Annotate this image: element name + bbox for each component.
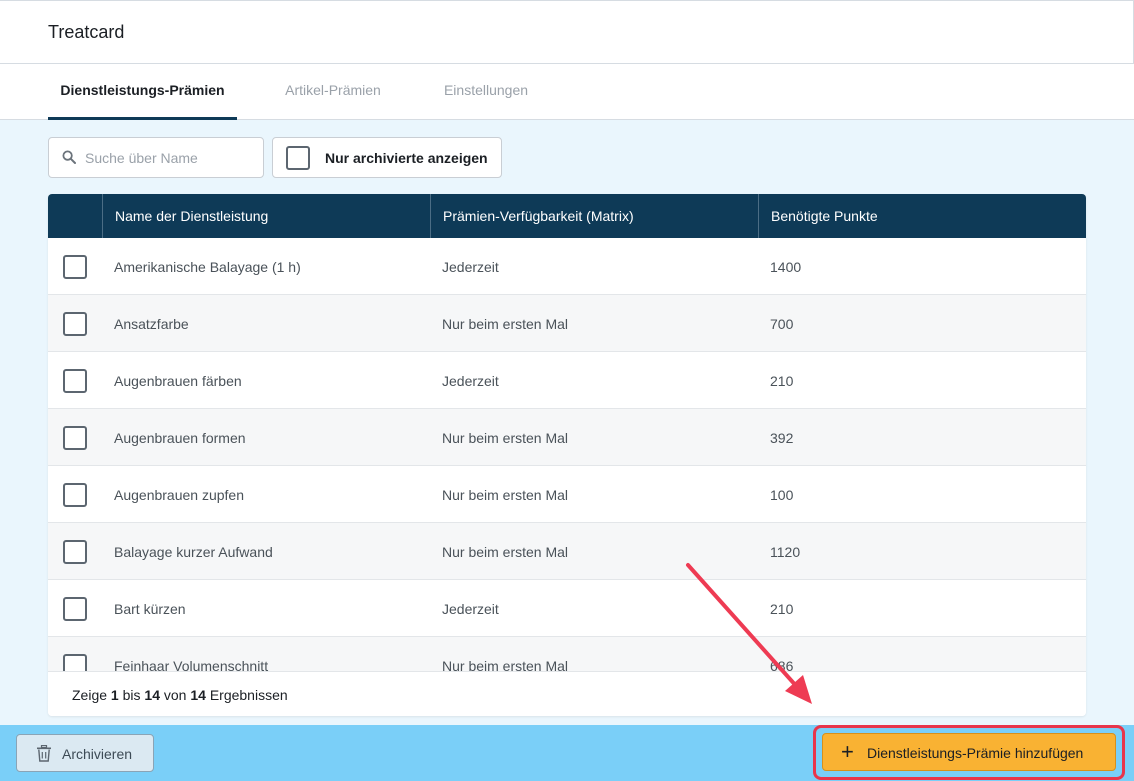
table-header: Name der Dienstleistung Prämien-Verfügba… <box>48 194 1086 238</box>
tab-service-rewards[interactable]: Dienstleistungs-Prämien <box>48 64 237 120</box>
select-column-header <box>48 194 103 238</box>
availability: Nur beim ersten Mal <box>442 658 569 671</box>
table-row[interactable]: Augenbrauen färben Jederzeit 210 <box>48 352 1086 409</box>
required-points: 1120 <box>770 544 801 560</box>
required-points: 686 <box>770 658 794 671</box>
pagination-total: 14 <box>190 687 206 703</box>
search-input[interactable] <box>85 138 257 177</box>
row-checkbox[interactable] <box>63 483 87 507</box>
availability: Nur beim ersten Mal <box>442 487 569 503</box>
column-header-points[interactable]: Benötigte Punkte <box>758 194 1086 238</box>
service-name: Augenbrauen färben <box>114 373 242 389</box>
availability: Nur beim ersten Mal <box>442 544 569 560</box>
required-points: 100 <box>770 487 794 503</box>
row-checkbox[interactable] <box>63 369 87 393</box>
service-name: Feinhaar Volumenschnitt <box>114 658 269 671</box>
required-points: 700 <box>770 316 794 332</box>
table-row[interactable]: Amerikanische Balayage (1 h) Jederzeit 1… <box>48 238 1086 295</box>
tab-article-rewards[interactable]: Artikel-Prämien <box>270 64 396 120</box>
table-row[interactable]: Augenbrauen formen Nur beim ersten Mal 3… <box>48 409 1086 466</box>
pagination-of-word: von <box>163 687 187 703</box>
availability: Jederzeit <box>442 373 499 389</box>
row-checkbox[interactable] <box>63 312 87 336</box>
service-name: Augenbrauen formen <box>114 430 246 446</box>
service-name: Ansatzfarbe <box>114 316 189 332</box>
add-service-reward-button[interactable]: + Dienstleistungs-Prämie hinzufügen <box>822 733 1116 771</box>
table-row[interactable]: Feinhaar Volumenschnitt Nur beim ersten … <box>48 637 1086 671</box>
column-header-availability[interactable]: Prämien-Verfügbarkeit (Matrix) <box>430 194 758 238</box>
pagination-to: 14 <box>144 687 160 703</box>
availability: Nur beim ersten Mal <box>442 430 569 446</box>
pagination-prefix: Zeige <box>72 687 108 703</box>
pagination-suffix: Ergebnissen <box>209 687 288 703</box>
add-service-reward-label: Dienstleistungs-Prämie hinzufügen <box>867 745 1084 761</box>
service-name: Bart kürzen <box>114 601 186 617</box>
app-header: Treatcard <box>0 0 1134 64</box>
row-checkbox[interactable] <box>63 426 87 450</box>
pagination-summary: Zeige 1 bis 14 von 14 Ergebnissen <box>72 687 288 703</box>
required-points: 210 <box>770 601 794 617</box>
service-name: Augenbrauen zupfen <box>114 487 244 503</box>
archived-only-toggle[interactable]: Nur archivierte anzeigen <box>272 137 502 178</box>
availability: Jederzeit <box>442 259 499 275</box>
row-checkbox[interactable] <box>63 654 87 671</box>
required-points: 392 <box>770 430 794 446</box>
action-bar: Archivieren + Dienstleistungs-Prämie hin… <box>0 725 1134 781</box>
trash-icon <box>37 745 51 762</box>
pagination-from: 1 <box>110 687 119 703</box>
rewards-table: Name der Dienstleistung Prämien-Verfügba… <box>48 194 1086 716</box>
main-content: Nur archivierte anzeigen Name der Dienst… <box>0 120 1134 725</box>
column-header-name[interactable]: Name der Dienstleistung <box>102 194 430 238</box>
table-row[interactable]: Bart kürzen Jederzeit 210 <box>48 580 1086 637</box>
archived-only-label: Nur archivierte anzeigen <box>325 150 488 166</box>
service-name: Amerikanische Balayage (1 h) <box>114 259 301 275</box>
availability: Jederzeit <box>442 601 499 617</box>
app-title: Treatcard <box>48 22 125 42</box>
required-points: 210 <box>770 373 794 389</box>
required-points: 1400 <box>770 259 802 275</box>
row-checkbox[interactable] <box>63 597 87 621</box>
search-icon <box>62 150 76 164</box>
table-row[interactable]: Balayage kurzer Aufwand Nur beim ersten … <box>48 523 1086 580</box>
table-footer: Zeige 1 bis 14 von 14 Ergebnissen <box>48 671 1086 716</box>
archive-button[interactable]: Archivieren <box>16 734 154 772</box>
availability: Nur beim ersten Mal <box>442 316 569 332</box>
archive-button-label: Archivieren <box>62 746 133 762</box>
tab-settings[interactable]: Einstellungen <box>430 64 542 120</box>
pagination-to-word: bis <box>122 687 141 703</box>
service-name: Balayage kurzer Aufwand <box>114 544 273 560</box>
plus-icon: + <box>841 739 854 764</box>
archived-only-checkbox[interactable] <box>286 146 310 170</box>
table-row[interactable]: Ansatzfarbe Nur beim ersten Mal 700 <box>48 295 1086 352</box>
search-box[interactable] <box>48 137 264 178</box>
row-checkbox[interactable] <box>63 255 87 279</box>
table-row[interactable]: Augenbrauen zupfen Nur beim ersten Mal 1… <box>48 466 1086 523</box>
row-checkbox[interactable] <box>63 540 87 564</box>
table-body: Amerikanische Balayage (1 h) Jederzeit 1… <box>48 238 1086 671</box>
tab-bar: Dienstleistungs-Prämien Artikel-Prämien … <box>0 64 1134 120</box>
